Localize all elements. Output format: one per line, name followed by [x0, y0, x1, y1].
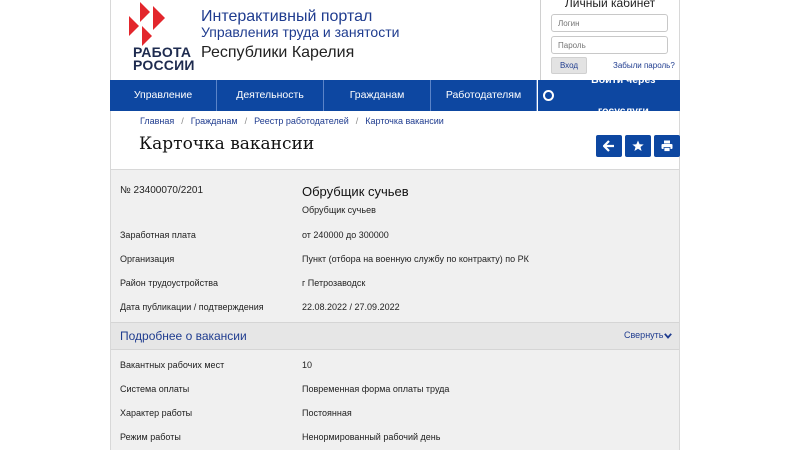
work-schedule-label: Режим работы [120, 432, 181, 442]
arrow-left-icon [603, 140, 614, 152]
portal-title: Интерактивный портал Управления труда и … [201, 8, 400, 61]
star-icon [632, 140, 644, 151]
breadcrumb-separator: / [181, 116, 184, 126]
vacancy-card: № 23400070/2201 Обрубщик сучьев Обрубщик… [111, 169, 679, 450]
logo-text: РАБОТА РОССИИ [133, 44, 195, 73]
breadcrumb-item-home[interactable]: Главная [140, 116, 174, 126]
work-type-value: Постоянная [302, 408, 352, 418]
breadcrumb-separator: / [355, 116, 359, 126]
vacancy-title: Обрубщик сучьев [302, 184, 409, 199]
work-type-label: Характер работы [120, 408, 193, 418]
organization-value: Пункт (отбора на военную службу по контр… [302, 254, 529, 264]
nav-item-rabotodatelyam[interactable]: Работодателям [431, 80, 537, 111]
vacancy-number: № 23400070/2201 [120, 185, 204, 196]
collapse-label: Свернуть [624, 330, 664, 340]
breadcrumb-separator: / [244, 116, 248, 126]
favorite-button[interactable] [625, 135, 651, 157]
login-input[interactable] [551, 14, 668, 32]
gosuslugi-label: Войти через госуслуги [591, 73, 656, 117]
salary-label: Заработная плата [120, 230, 196, 240]
details-heading: Подробнее о вакансии [120, 329, 247, 343]
salary-value: от 240000 до 300000 [302, 230, 389, 240]
details-section-header: Подробнее о вакансии Свернуть [111, 322, 679, 350]
back-button[interactable] [596, 135, 622, 157]
main-nav: Управление Деятельность Гражданам Работо… [110, 74, 680, 117]
vacancies-count-value: 10 [302, 360, 313, 370]
breadcrumb-item-registry[interactable]: Реестр работодателей [254, 116, 349, 126]
login-panel-title: Личный кабинет [564, 0, 656, 10]
nav-item-grazhdanam[interactable]: Гражданам [324, 80, 431, 111]
payment-system-label: Система оплаты [120, 384, 190, 394]
district-label: Район трудоустройства [120, 278, 218, 288]
breadcrumb: Главная / Гражданам / Реестр работодателей / К… [140, 116, 444, 126]
vacancies-count-label: Вакантных рабочих мест [120, 360, 225, 370]
publication-date-value: 22.08.2022 / 27.09.2022 [302, 302, 400, 312]
gosuslugi-login-button[interactable]: Войти через госуслуги [537, 74, 680, 117]
breadcrumb-item-current[interactable]: Карточка вакансии [365, 116, 444, 126]
district-value: г Петрозаводск [302, 278, 366, 288]
publication-date-label: Дата публикации / подтверждения [120, 302, 264, 312]
collapse-toggle[interactable]: Свернуть [624, 330, 673, 340]
payment-system-value: Повременная форма оплаты труда [302, 384, 450, 394]
gosuslugi-icon [543, 90, 554, 101]
organization-label: Организация [120, 254, 175, 264]
password-input[interactable] [551, 36, 668, 54]
print-button[interactable] [654, 135, 680, 157]
nav-item-upravlenie[interactable]: Управление [110, 80, 217, 111]
chevron-down-icon [664, 332, 673, 339]
printer-icon [661, 140, 673, 152]
work-schedule-value: Ненормированный рабочий день [302, 432, 441, 442]
page-title: Карточка вакансии [139, 134, 315, 154]
vacancy-subtitle: Обрубщик сучьев [302, 205, 376, 215]
breadcrumb-item-citizens[interactable]: Гражданам [191, 116, 238, 126]
nav-item-deyatelnost[interactable]: Деятельность [217, 80, 324, 111]
